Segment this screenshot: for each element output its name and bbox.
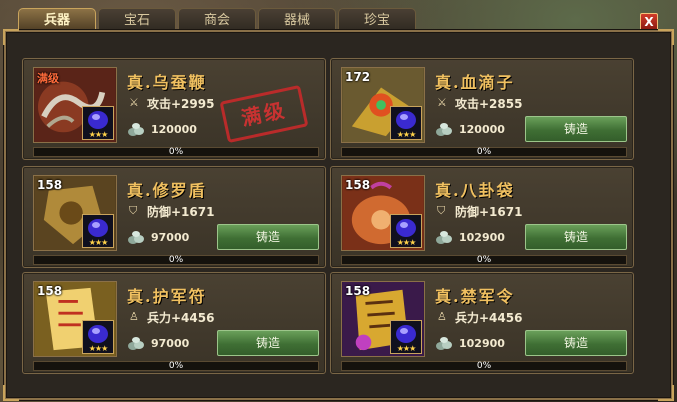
progress-text: 0% [168,255,184,265]
item-stat: 防御+1671 [455,205,523,219]
tab-gems[interactable]: 宝石 [98,8,176,32]
item-level: 158 [345,178,371,192]
gem-slot[interactable]: ★★★ [390,214,422,248]
panel-corner [3,29,19,45]
progress-text: 0% [168,361,184,371]
gem-slot[interactable]: ★★★ [82,106,114,140]
item-stat: 兵力+4456 [455,311,523,325]
sword-icon: ⚔ [437,96,447,109]
item-card: 172 ★★★ 真.血滴子 ⚔ 攻击+2855 120000 铸造 0% [330,58,634,160]
item-cost: 120000 [459,123,505,136]
gem-icon [88,219,108,237]
gem-slot[interactable]: ★★★ [390,320,422,354]
item-name: 真.血滴子 [435,73,515,92]
item-card: 158 ★★★ 真.护军符 ♙ 兵力+4456 97000 铸造 0% [22,272,326,374]
star-rating: ★★★ [396,344,417,353]
item-cost: 102900 [459,337,505,350]
star-rating: ★★★ [396,130,417,139]
item-name: 真.乌蚕鞭 [127,73,207,92]
gem-icon [88,111,108,129]
gem-slot[interactable]: ★★★ [82,214,114,248]
shield-icon: ⛉ [129,204,138,217]
tab-weapons[interactable]: 兵器 [18,8,96,32]
progress-bar: 0% [33,147,319,157]
item-icon[interactable]: 172 ★★★ [341,67,425,143]
item-card: 158 ★★★ 真.修罗盾 ⛉ 防御+1671 97000 铸造 0% [22,166,326,268]
silver-icon [128,337,144,350]
item-level: 满级 [37,72,59,85]
tab-guild[interactable]: 商会 [178,8,256,32]
item-stat: 攻击+2855 [455,97,523,111]
gem-slot[interactable]: ★★★ [82,320,114,354]
progress-bar: 0% [33,255,319,265]
forge-button[interactable]: 铸造 [525,330,627,356]
panel-corner [3,385,19,401]
item-cost: 120000 [151,123,197,136]
silver-icon [436,337,452,350]
item-icon[interactable]: 158 ★★★ [33,281,117,357]
progress-text: 0% [476,147,492,157]
forge-button[interactable]: 铸造 [525,116,627,142]
item-icon[interactable]: 158 ★★★ [33,175,117,251]
gem-slot[interactable]: ★★★ [390,106,422,140]
gem-icon [396,325,416,343]
soldier-icon: ♙ [437,310,447,323]
progress-text: 0% [476,255,492,265]
tab-machinery[interactable]: 器械 [258,8,336,32]
star-rating: ★★★ [88,130,109,139]
item-level: 158 [37,284,63,298]
item-level: 158 [345,284,371,298]
star-rating: ★★★ [396,238,417,247]
soldier-icon: ♙ [129,310,139,323]
star-rating: ★★★ [88,344,109,353]
progress-bar: 0% [341,255,627,265]
forge-button[interactable]: 铸造 [217,330,319,356]
forge-button[interactable]: 铸造 [217,224,319,250]
shield-icon: ⛉ [437,204,446,217]
forge-button[interactable]: 铸造 [525,224,627,250]
item-stat: 攻击+2995 [147,97,215,111]
item-icon[interactable]: 158 ★★★ [341,281,425,357]
silver-icon [436,123,452,136]
sword-icon: ⚔ [129,96,139,109]
tab-bar: 兵器 宝石 商会 器械 珍宝 [18,8,416,32]
item-stat: 防御+1671 [147,205,215,219]
progress-bar: 0% [341,147,627,157]
max-level-stamp: 满级 [219,84,309,144]
panel-corner [658,29,674,45]
item-card: 158 ★★★ 真.八卦袋 ⛉ 防御+1671 102900 铸造 0% [330,166,634,268]
item-stat: 兵力+4456 [147,311,215,325]
item-icon[interactable]: 满级 ★★★ [33,67,117,143]
item-card: 158 ★★★ 真.禁军令 ♙ 兵力+4456 102900 铸造 0% [330,272,634,374]
silver-icon [436,231,452,244]
item-name: 真.护军符 [127,287,207,306]
item-name: 真.八卦袋 [435,181,515,200]
progress-bar: 0% [341,361,627,371]
item-level: 158 [37,178,63,192]
item-cost: 97000 [151,337,190,350]
progress-bar: 0% [33,361,319,371]
item-cost: 102900 [459,231,505,244]
gem-icon [88,325,108,343]
silver-icon [128,231,144,244]
item-level: 172 [345,70,371,84]
progress-text: 0% [168,147,184,157]
tab-treasure[interactable]: 珍宝 [338,8,416,32]
close-button[interactable]: X [640,13,658,31]
gem-icon [396,111,416,129]
item-icon[interactable]: 158 ★★★ [341,175,425,251]
progress-text: 0% [476,361,492,371]
item-name: 真.修罗盾 [127,181,207,200]
panel-corner [658,385,674,401]
item-name: 真.禁军令 [435,287,515,306]
silver-icon [128,123,144,136]
item-cost: 97000 [151,231,190,244]
star-rating: ★★★ [88,238,109,247]
item-card: 满级 ★★★ 真.乌蚕鞭 ⚔ 攻击+2995 120000 满级 0% [22,58,326,160]
gem-icon [396,219,416,237]
